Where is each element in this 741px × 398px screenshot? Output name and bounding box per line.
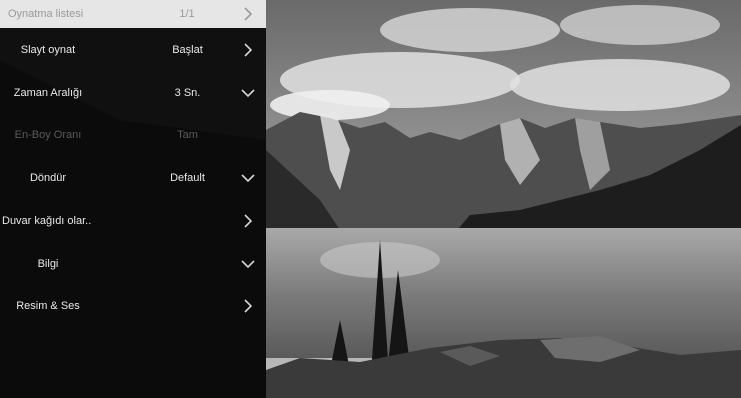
menu-item-value: Başlat [172,44,203,56]
menu-item-picture-sound[interactable]: Resim & Ses [0,291,266,321]
chevron-right-icon [238,296,258,316]
menu-item-label: Resim & Ses [16,300,80,312]
menu-item-aspect-ratio: En-Boy Oranı Tam [0,120,266,150]
chevron-down-icon [238,168,258,188]
chevron-right-icon [238,211,258,231]
chevron-down-icon [238,83,258,103]
menu-item-label: Zaman Aralığı [13,87,83,99]
menu-item-label: Oynatma listesi [8,8,84,20]
menu-item-value: 3 Sn. [174,87,201,99]
menu-item-label: Döndür [29,172,67,184]
menu-item-info[interactable]: Bilgi [0,249,266,279]
menu-item-playlist[interactable]: Oynatma listesi 1/1 [0,0,266,28]
menu-item-value: Tam [177,129,198,141]
menu-item-label: Duvar kağıdı olar.. [2,215,92,227]
chevron-down-icon [238,254,258,274]
menu-item-wallpaper[interactable]: Duvar kağıdı olar.. [0,206,266,236]
menu-item-label: Slayt oynat [20,44,76,56]
menu-item-slideshow[interactable]: Slayt oynat Başlat [0,35,266,65]
menu-item-value: Default [170,172,205,184]
slideshow-screen: Oynatma listesi 1/1 Slayt oynat Başlat Z… [0,0,741,398]
menu-item-label: Bilgi [37,258,59,270]
menu-item-value: 1/1 [179,8,195,20]
chevron-right-icon [238,40,258,60]
menu-item-label: En-Boy Oranı [14,129,82,141]
menu-item-interval[interactable]: Zaman Aralığı 3 Sn. [0,78,266,108]
menu-item-rotate[interactable]: Döndür Default [0,163,266,193]
options-menu: Oynatma listesi 1/1 Slayt oynat Başlat Z… [0,0,266,398]
chevron-right-icon [238,4,258,24]
